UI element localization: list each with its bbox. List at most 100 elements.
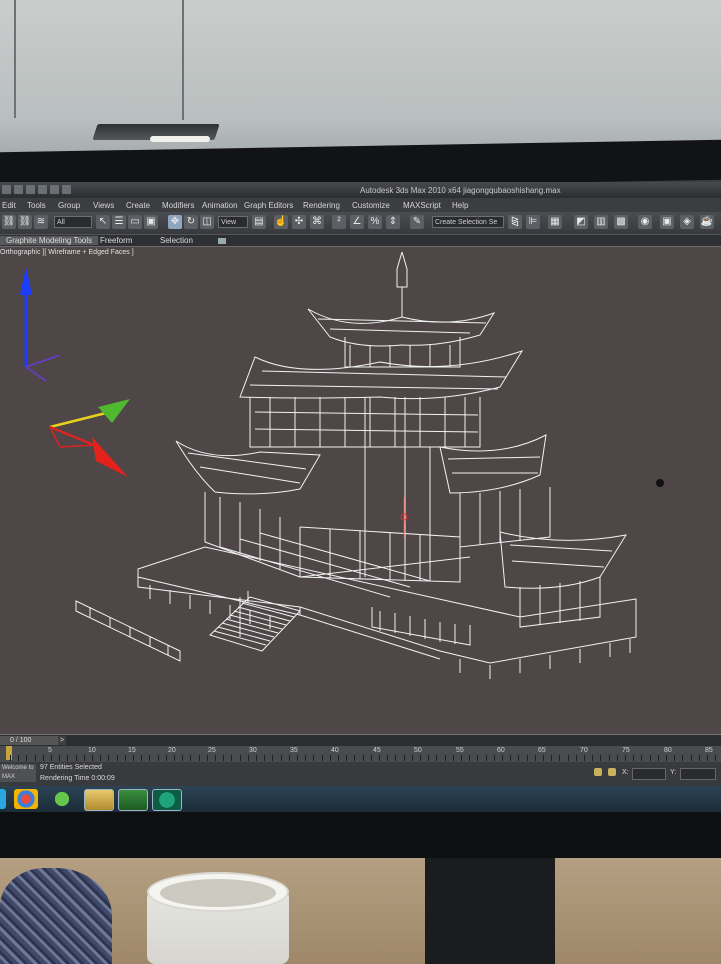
render-production-icon[interactable]: ◈ xyxy=(680,215,694,229)
ceiling-light-glow xyxy=(150,136,210,142)
tab-selection[interactable]: Selection xyxy=(160,236,193,245)
unlink-icon[interactable]: ⛓ xyxy=(18,215,32,229)
ruler-tick xyxy=(116,755,118,761)
window-crossing-icon[interactable]: ▣ xyxy=(144,215,158,229)
schematic-view-icon[interactable]: ▥ xyxy=(594,215,608,229)
axis-tripod-gizmo[interactable] xyxy=(20,267,130,477)
ruler-tick xyxy=(436,755,438,761)
menu-maxscript[interactable]: MAXScript xyxy=(403,201,441,210)
ruler-tick-label: 20 xyxy=(168,747,176,754)
ruler-tick-label: 40 xyxy=(331,747,339,754)
scale-icon[interactable]: ◫ xyxy=(200,215,214,229)
browser-icon[interactable] xyxy=(14,789,38,809)
snap-toggle-icon[interactable]: ⌘ xyxy=(310,215,324,229)
y-coordinate-field[interactable] xyxy=(680,768,716,780)
menu-group[interactable]: Group xyxy=(58,201,80,210)
menu-graph-editors[interactable]: Graph Editors xyxy=(244,201,293,210)
menu-modifiers[interactable]: Modifiers xyxy=(162,201,194,210)
app-icon[interactable] xyxy=(2,185,11,194)
current-frame-marker[interactable] xyxy=(6,746,12,760)
next-frame-button[interactable]: > xyxy=(58,736,66,745)
render-setup-icon[interactable]: ◉ xyxy=(638,215,652,229)
menu-help[interactable]: Help xyxy=(452,201,468,210)
perspective-viewport[interactable]: Orthographic ][ Wireframe + Edged Faces … xyxy=(0,246,721,735)
move-icon[interactable]: ✥ xyxy=(168,215,182,229)
redo-icon[interactable] xyxy=(62,185,71,194)
spinner-snap-icon[interactable]: ⇕ xyxy=(386,215,400,229)
select-object-icon[interactable]: ↖ xyxy=(96,215,110,229)
file-explorer-icon[interactable] xyxy=(84,789,114,811)
ruler-tick xyxy=(551,755,553,761)
select-by-name-icon[interactable]: ☰ xyxy=(112,215,126,229)
open-icon[interactable] xyxy=(26,185,35,194)
angle-snap-icon[interactable]: ∠ xyxy=(350,215,364,229)
snap-2d-icon[interactable]: ² xyxy=(332,215,346,229)
media-app-icon[interactable] xyxy=(50,789,74,809)
ruler-tick xyxy=(256,755,257,761)
selection-filter-dropdown[interactable]: All xyxy=(54,216,92,228)
undo-icon[interactable] xyxy=(50,185,59,194)
keyboard-shortcut-icon[interactable]: ✣ xyxy=(292,215,306,229)
ruler-tick xyxy=(124,755,126,761)
ruler-tick xyxy=(518,755,520,761)
ruler-tick xyxy=(461,755,462,761)
ruler-tick-label: 10 xyxy=(88,747,96,754)
ruler-tick xyxy=(206,755,208,761)
maxscript-listener-box[interactable]: Welcome to MAX xyxy=(0,764,36,782)
pivot-center-icon[interactable]: ▤ xyxy=(252,215,266,229)
menu-customize[interactable]: Customize xyxy=(352,201,390,210)
menu-animation[interactable]: Animation xyxy=(202,201,238,210)
ruler-tick xyxy=(42,755,44,761)
percent-snap-icon[interactable]: % xyxy=(368,215,382,229)
edit-named-selection-icon[interactable]: ✎ xyxy=(410,215,424,229)
tab-graphite-modeling-tools[interactable]: Graphite Modeling Tools xyxy=(0,236,99,245)
rotate-icon[interactable]: ↻ xyxy=(184,215,198,229)
ruler-tick xyxy=(133,755,134,761)
ruler-tick xyxy=(174,755,175,761)
x-coordinate-field[interactable] xyxy=(632,768,666,780)
ribbon-toggle-icon[interactable] xyxy=(218,238,226,244)
curve-editor-icon[interactable]: ◩ xyxy=(574,215,588,229)
ruler-tick xyxy=(616,755,618,761)
layer-manager-icon[interactable]: ▦ xyxy=(548,215,562,229)
render-active-icon[interactable]: ☕ xyxy=(700,215,714,229)
3ds-max-taskbar-icon[interactable] xyxy=(118,789,148,811)
ceiling-cable xyxy=(14,0,16,118)
save-icon[interactable] xyxy=(38,185,47,194)
ruler-tick xyxy=(641,755,643,761)
menu-tools[interactable]: Tools xyxy=(27,201,46,210)
ruler-tick xyxy=(575,755,577,761)
menu-create[interactable]: Create xyxy=(126,201,150,210)
new-icon[interactable] xyxy=(14,185,23,194)
ruler-tick xyxy=(223,755,225,761)
rect-selection-icon[interactable]: ▭ xyxy=(128,215,142,229)
menu-edit[interactable]: Edit xyxy=(2,201,16,210)
title-bar: Autodesk 3ds Max 2010 x64 jiagongqubaosh… xyxy=(0,182,721,198)
menu-rendering[interactable]: Rendering xyxy=(303,201,340,210)
ruler-tick xyxy=(584,755,585,761)
menu-views[interactable]: Views xyxy=(93,201,114,210)
mirror-icon[interactable]: ⧎ xyxy=(508,215,522,229)
ruler-tick xyxy=(420,755,421,761)
render-time: Rendering Time 0:00:09 xyxy=(40,775,115,782)
app-taskbar-icon[interactable] xyxy=(152,789,182,811)
ruler-tick xyxy=(34,755,36,761)
ruler-tick xyxy=(313,755,315,761)
lock-selection-icon[interactable] xyxy=(594,768,602,776)
x-coordinate-label: X: xyxy=(622,769,629,776)
reference-coordinate-dropdown[interactable]: View xyxy=(218,216,248,228)
bind-spacewarp-icon[interactable]: ≋ xyxy=(34,215,48,229)
named-selection-sets-dropdown[interactable]: Create Selection Se xyxy=(432,216,504,228)
material-editor-icon[interactable]: ▩ xyxy=(614,215,628,229)
tab-freeform[interactable]: Freeform xyxy=(100,236,132,245)
rendered-frame-window-icon[interactable]: ▣ xyxy=(660,215,674,229)
select-manipulate-icon[interactable]: ☝ xyxy=(274,215,288,229)
absolute-mode-icon[interactable] xyxy=(608,768,616,776)
select-link-icon[interactable]: ⛓ xyxy=(2,215,16,229)
ruler-tick xyxy=(403,755,405,761)
track-bar[interactable]: 5 10 15 20 25 30 35 40 45 50 55 60 65 70… xyxy=(0,746,721,762)
start-button-icon[interactable] xyxy=(0,789,6,809)
time-slider[interactable]: 0 / 100 xyxy=(0,736,58,745)
ruler-tick xyxy=(247,755,249,761)
align-icon[interactable]: ⊫ xyxy=(526,215,540,229)
